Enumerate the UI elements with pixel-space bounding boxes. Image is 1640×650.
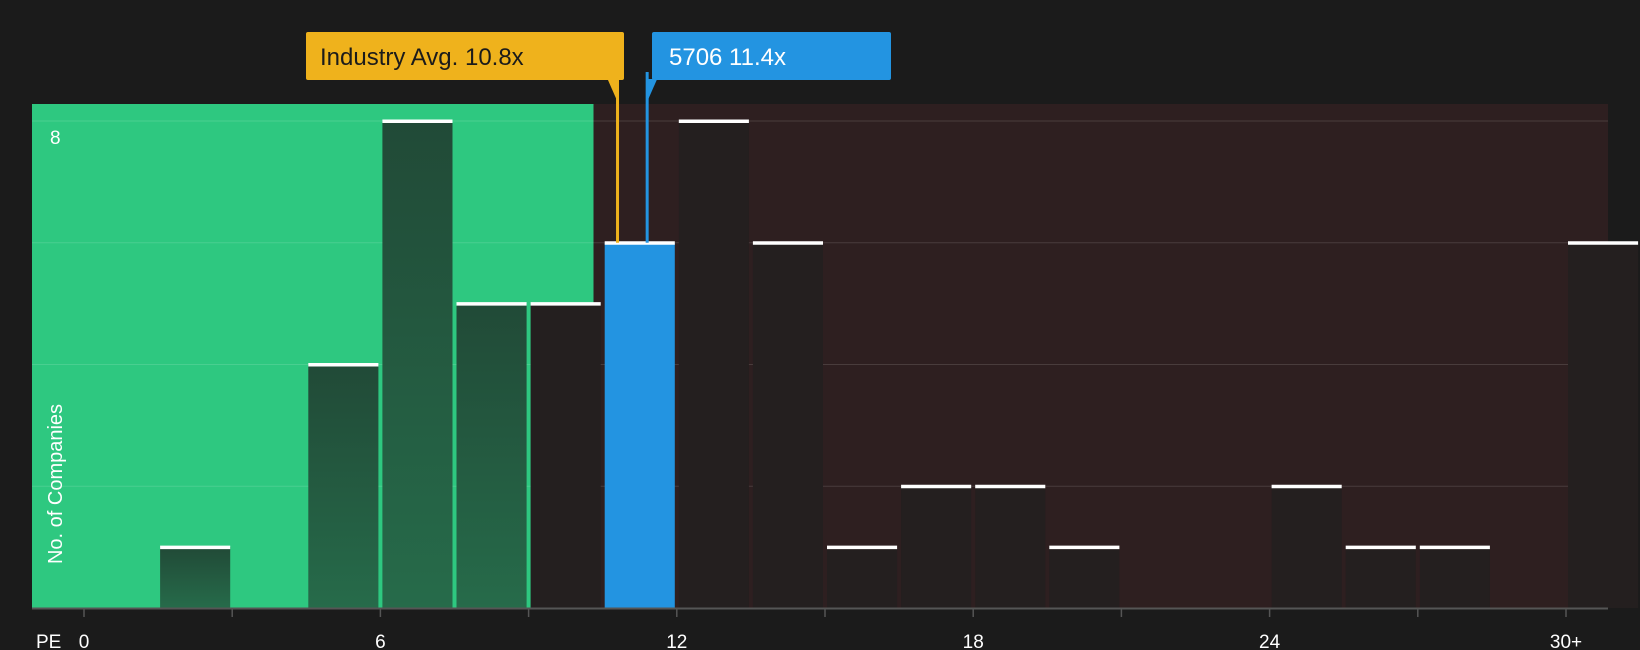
- histogram-bar-cap: [382, 119, 453, 123]
- histogram-bar: [1419, 547, 1490, 608]
- histogram-bar-cap: [456, 302, 527, 306]
- industry-average-label: Industry Avg. 10.8x: [320, 44, 524, 71]
- histogram-bar: [1345, 547, 1416, 608]
- histogram-bar: [901, 486, 972, 608]
- histogram-bar-cap: [604, 241, 675, 245]
- histogram-bar: [1568, 242, 1639, 608]
- histogram-bar-cap: [752, 241, 823, 245]
- histogram-bar-cap: [530, 302, 601, 306]
- histogram-bar: [1271, 486, 1342, 608]
- histogram-bar: [160, 547, 231, 608]
- y-max-tick-label: 8: [50, 128, 61, 149]
- x-tick-label: 24: [1259, 632, 1281, 650]
- x-tick-label: 0: [79, 632, 90, 650]
- histogram-bar: [456, 303, 527, 608]
- histogram-bar-cap: [308, 363, 379, 367]
- pe-histogram-chart: 0 6 12 18 24 30+ Industry Avg. 10.8x 5706 11.4…: [32, 32, 1639, 650]
- histogram-bar-cap: [1271, 484, 1342, 489]
- company-pe-label: 5706 11.4x: [669, 44, 786, 71]
- histogram-bar: [752, 242, 823, 608]
- histogram-bar-cap: [1568, 241, 1639, 245]
- histogram-bar: [308, 364, 379, 608]
- histogram-bar: [530, 303, 601, 608]
- histogram-bar: [382, 121, 453, 608]
- x-tick-label: 12: [666, 632, 687, 650]
- histogram-bar-cap: [975, 484, 1046, 489]
- histogram-bar-cap: [160, 545, 231, 550]
- histogram-bar: [604, 242, 675, 608]
- histogram-bar: [1049, 547, 1120, 608]
- histogram-bar-cap: [1345, 545, 1416, 550]
- histogram-bar-cap: [1419, 545, 1490, 550]
- histogram-bar: [975, 486, 1046, 608]
- histogram-bar-cap: [827, 545, 898, 550]
- histogram-bar-cap: [901, 484, 972, 489]
- histogram-bar: [827, 547, 898, 608]
- x-tick-label: 30+: [1550, 632, 1582, 650]
- x-axis-label: PE: [36, 632, 61, 650]
- x-tick-label: 18: [963, 632, 984, 650]
- y-axis-label: No. of Companies: [45, 404, 67, 564]
- histogram-bar-cap: [678, 119, 749, 123]
- histogram-bar: [678, 121, 749, 608]
- histogram-bar-cap: [1049, 545, 1120, 550]
- x-tick-label: 6: [375, 632, 386, 650]
